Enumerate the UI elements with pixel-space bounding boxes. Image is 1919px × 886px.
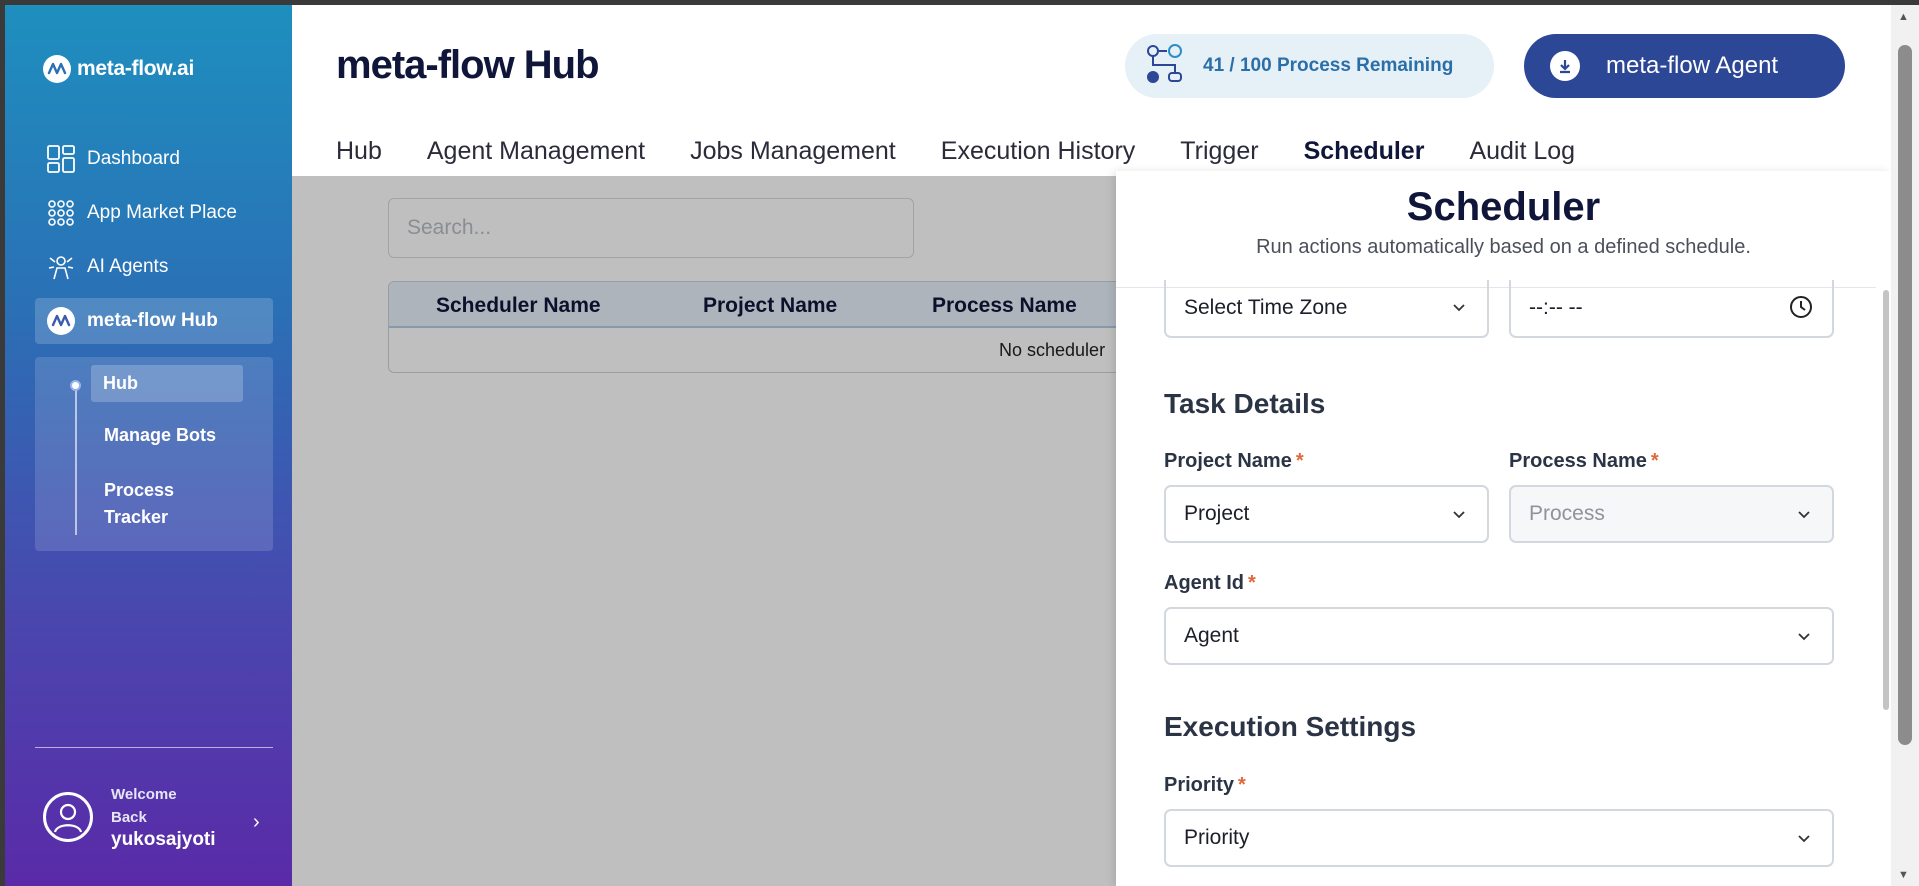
window-scrollbar[interactable]: ▲ ▼ [1891,5,1919,886]
user-profile[interactable]: Welcome Back yukosajyoti › [43,783,260,851]
select-value: Priority [1184,826,1250,849]
sidebar-item-ai-agents[interactable]: AI Agents [35,244,273,290]
chevron-right-icon[interactable]: › [253,811,260,834]
username: yukosajyoti [111,829,216,850]
submenu-line [75,385,77,535]
process-select[interactable]: Process [1509,485,1834,543]
label-text: Priority [1164,774,1235,796]
chevron-down-icon [1798,633,1810,641]
select-value: Project [1184,502,1250,525]
tab-hub[interactable]: Hub [336,137,382,176]
timezone-select[interactable]: Select Time Zone [1164,280,1489,338]
project-name-label: Project Name * [1164,450,1304,473]
agent-select[interactable]: Agent [1164,607,1834,665]
ai-agent-icon [45,251,77,283]
drawer-scrollbar[interactable] [1883,290,1889,710]
select-value: Agent [1184,624,1239,647]
header: meta-flow Hub 41 / 100 Process Remaining… [292,5,1891,176]
logo[interactable]: meta-flow.ai [43,55,194,83]
priority-label: Priority * [1164,774,1246,797]
process-name-label: Process Name * [1509,450,1659,473]
sidebar-item-dashboard[interactable]: Dashboard [35,136,273,182]
dashboard-icon [45,143,77,175]
modal-backdrop[interactable] [292,176,1121,886]
sidebar-divider [35,747,273,748]
user-avatar-icon [43,792,93,842]
required-mark: * [1295,450,1304,472]
scroll-up-icon[interactable]: ▲ [1898,11,1909,23]
grid-icon [45,197,77,229]
drawer-subtitle: Run actions automatically based on a def… [1256,236,1751,258]
submenu-item-label: Tracker [104,507,169,527]
scheduler-drawer: Scheduler Run actions automatically base… [1116,171,1891,886]
label-text: Process Name [1509,450,1647,472]
chevron-down-icon [1798,511,1810,519]
submenu-item-manage-bots[interactable]: Manage Bots [104,425,216,446]
chevron-down-icon [1798,835,1810,843]
chevron-down-icon [1453,511,1465,519]
tab-execution-history[interactable]: Execution History [941,137,1136,176]
sidebar-item-label: AI Agents [87,256,169,277]
sidebar-item-meta-flow-hub[interactable]: meta-flow Hub [35,298,273,344]
section-title-execution-settings: Execution Settings [1164,711,1417,742]
required-mark: * [1650,450,1659,472]
chevron-down-icon [1453,304,1465,312]
submenu-item-label: Process [104,480,175,500]
required-mark: * [1238,774,1246,796]
required-mark: * [1248,572,1256,594]
page-title: meta-flow Hub [336,43,600,87]
welcome-text: Welcome [111,786,177,803]
submenu-active-dot [70,380,81,391]
download-icon [1550,51,1580,81]
label-text: Agent Id [1164,572,1244,594]
submenu-item-process-tracker[interactable]: Process Tracker [104,477,174,531]
drawer-title: Scheduler [1406,185,1601,229]
sidebar-item-label: Dashboard [87,148,180,169]
process-flow-icon [1145,43,1185,90]
sidebar-item-app-market-place[interactable]: App Market Place [35,190,273,236]
meta-flow-agent-button[interactable]: meta-flow Agent [1524,34,1845,98]
logo-icon [43,55,71,83]
submenu-item-hub[interactable]: Hub [91,365,243,402]
logo-text: meta-flow.ai [77,57,194,80]
tab-agent-management[interactable]: Agent Management [427,137,645,176]
welcome-text: Back [111,809,147,826]
sidebar-item-label: meta-flow Hub [87,310,218,331]
clock-icon [1790,296,1812,318]
time-input[interactable]: --:-- -- [1509,280,1834,338]
meta-flow-icon [45,305,77,337]
process-quota-badge: 41 / 100 Process Remaining [1125,34,1494,98]
select-value: Select Time Zone [1184,296,1348,319]
scroll-down-icon[interactable]: ▼ [1898,869,1909,881]
select-value: Process [1529,502,1605,525]
sidebar-item-label: App Market Place [87,202,237,223]
priority-select[interactable]: Priority [1164,809,1834,867]
scrollbar-thumb[interactable] [1898,45,1912,745]
quota-text: 41 / 100 Process Remaining [1203,55,1454,76]
project-select[interactable]: Project [1164,485,1489,543]
agent-id-label: Agent Id * [1164,572,1256,595]
section-title-task-details: Task Details [1164,388,1326,419]
user-info: Welcome Back yukosajyoti [111,783,216,851]
time-value: --:-- -- [1529,296,1583,319]
sidebar: meta-flow.ai Dashboard App Market Place … [5,5,292,886]
hub-submenu: Hub Manage Bots Process Tracker [35,357,273,551]
tab-jobs-management[interactable]: Jobs Management [690,137,896,176]
agent-button-label: meta-flow Agent [1606,52,1779,79]
label-text: Project Name [1164,450,1292,472]
